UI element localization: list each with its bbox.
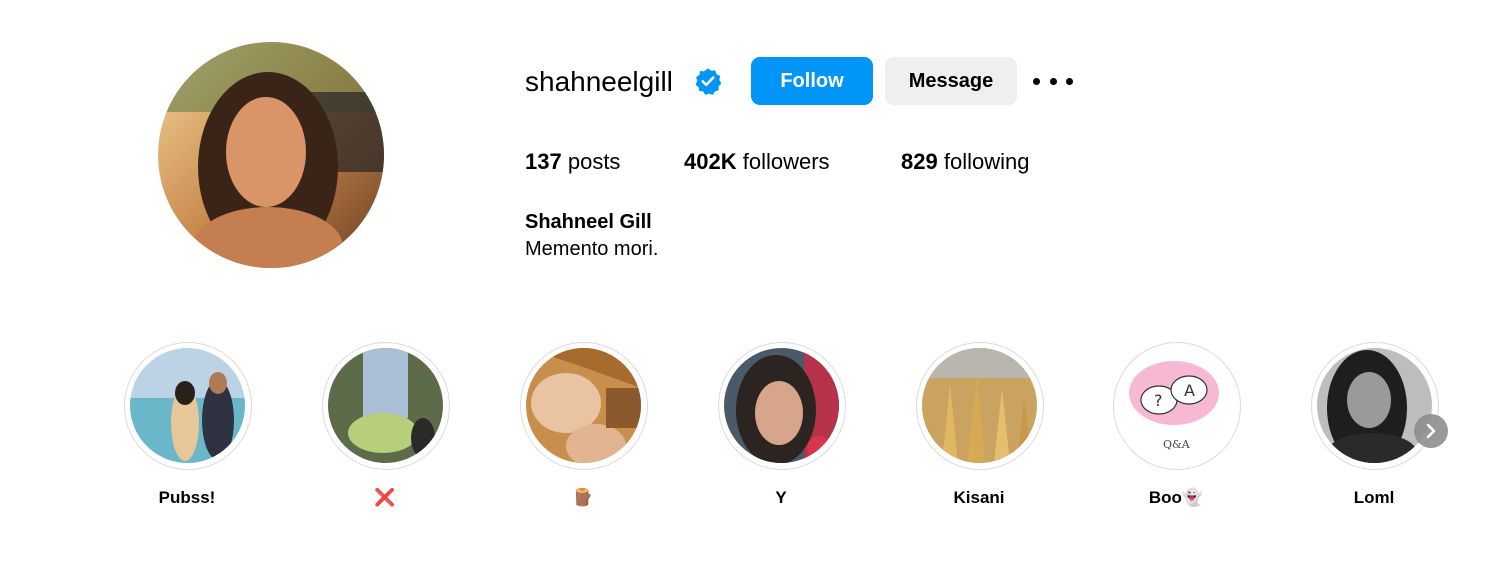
highlight-item[interactable]	[718, 342, 846, 470]
highlight-item[interactable]	[322, 342, 450, 470]
profile-bio: Memento mori.	[525, 238, 659, 260]
dot	[1066, 77, 1073, 85]
highlight-label: 🪵	[572, 488, 594, 507]
chevron-right-icon[interactable]	[1414, 414, 1448, 448]
highlight-item[interactable]	[520, 342, 648, 470]
svg-text:?: ?	[1154, 391, 1163, 410]
highlight-item[interactable]: ? A Q&A	[1113, 342, 1241, 470]
highlight-item[interactable]	[916, 342, 1044, 470]
message-button[interactable]: Message	[885, 57, 1017, 105]
highlight-item[interactable]	[1311, 342, 1439, 470]
dot	[1049, 77, 1057, 85]
highlight-cover	[130, 348, 245, 463]
highlight-cover: ? A Q&A	[1119, 348, 1234, 463]
highlight-cover	[922, 348, 1037, 463]
svg-text:Q&A: Q&A	[1163, 438, 1191, 451]
profile-full-name: Shahneel Gill	[525, 211, 652, 233]
highlight-label: Loml	[1353, 488, 1395, 507]
highlight-item[interactable]	[124, 342, 252, 470]
highlight-label: Boo👻	[1148, 488, 1204, 507]
following-stat[interactable]: 829 following	[901, 146, 1029, 178]
verified-badge-icon	[694, 67, 722, 95]
highlight-label: Pubss!	[158, 488, 216, 507]
highlight-cover	[328, 348, 443, 463]
highlight-cover	[724, 348, 839, 463]
profile-username: shahneelgill	[525, 66, 673, 97]
more-options-icon[interactable]	[1033, 66, 1073, 96]
following-label: following	[943, 149, 1030, 174]
posts-count: 137	[525, 149, 562, 174]
highlight-label: ❌	[374, 488, 396, 507]
following-count: 829	[901, 149, 938, 174]
profile-avatar[interactable]	[158, 42, 384, 268]
followers-count: 402K	[684, 149, 737, 174]
posts-stat: 137 posts	[525, 146, 620, 178]
highlight-label: Kisani	[953, 488, 1005, 507]
followers-stat[interactable]: 402K followers	[684, 146, 830, 178]
highlight-cover	[526, 348, 641, 463]
highlight-label: Y	[775, 488, 787, 507]
follow-button[interactable]: Follow	[751, 57, 873, 105]
svg-text:A: A	[1184, 381, 1195, 400]
followers-label: followers	[742, 149, 830, 174]
posts-label: posts	[567, 149, 621, 174]
highlight-cover	[1317, 348, 1432, 463]
dot	[1033, 77, 1040, 85]
